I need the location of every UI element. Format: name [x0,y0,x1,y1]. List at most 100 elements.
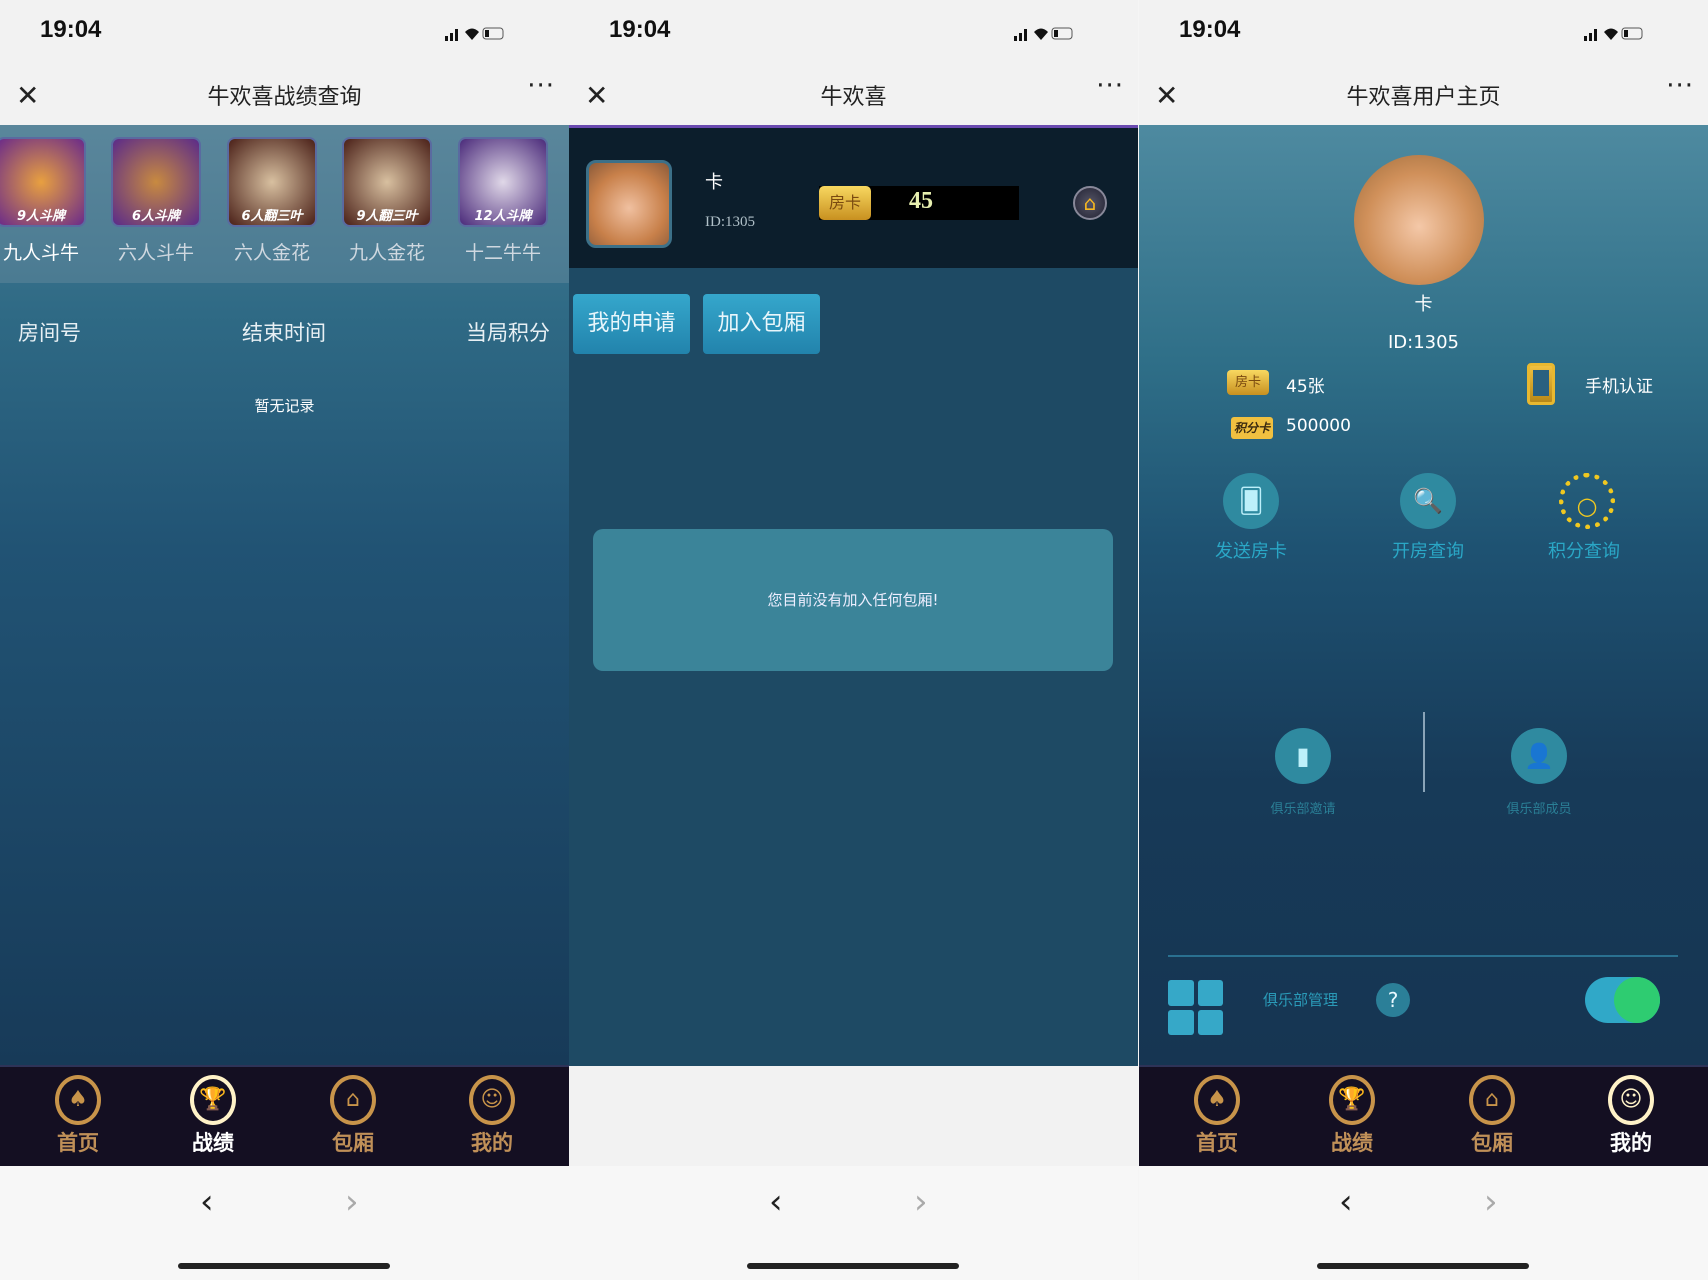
nav-bar: ✕ 牛欢喜战绩查询 ··· [0,65,569,125]
forward-icon[interactable]: › [345,1182,359,1222]
status-time: 19:04 [40,16,102,43]
game-icon[interactable]: 9人斗牌 [0,137,86,227]
status-time: 19:04 [1179,16,1241,43]
page-title: 牛欢喜 [820,85,887,110]
phone-icon[interactable] [1527,363,1555,405]
join-room-button[interactable]: 加入包厢 [703,294,820,354]
tab-bar: ♠ 首页 🏆 战绩 ⌂ 包厢 ☺ 我的 [0,1065,569,1166]
game-icon[interactable]: 6人翻三叶 [227,137,317,227]
points-query-label[interactable]: 积分查询 [1524,537,1644,563]
user-icon: ☺ [1608,1075,1654,1125]
home-icon[interactable]: ⌂ [1073,186,1107,220]
club-manage-label: 俱乐部管理 [1263,991,1339,1009]
tab-records[interactable]: 🏆 战绩 [1312,1075,1392,1157]
back-icon[interactable]: ‹ [200,1182,214,1222]
tab-home[interactable]: ♠ 首页 [1177,1075,1257,1157]
help-icon[interactable]: ? [1376,983,1410,1017]
avatar[interactable] [586,160,672,248]
panel-profile: 19:04 ✕ 牛欢喜用户主页 ··· 卡 ID:1305 房卡 45张 积分卡… [1139,0,1708,1280]
more-icon[interactable]: ··· [1096,71,1124,101]
game-label[interactable]: 六人斗牛 [101,238,211,265]
user-id: ID:1305 [1387,332,1460,353]
home-indicator [178,1263,390,1269]
column-header-score: 当局积分 [466,321,550,345]
tab-mine[interactable]: ☺ 我的 [452,1075,532,1157]
tab-records[interactable]: 🏆 战绩 [173,1075,253,1157]
card-badge: 房卡 [1227,370,1269,395]
empty-message: 暂无记录 [254,397,315,415]
more-icon[interactable]: ··· [1666,71,1694,101]
column-header-end-time: 结束时间 [242,321,326,345]
user-name: 卡 [1414,294,1433,315]
page-title: 牛欢喜战绩查询 [207,85,362,110]
back-icon[interactable]: ‹ [769,1182,783,1222]
page-title: 牛欢喜用户主页 [1346,85,1501,110]
points-value: 500000 [1286,416,1351,436]
user-name: 卡 [705,172,723,193]
game-label[interactable]: 十二牛牛 [448,238,558,265]
club-invite-label[interactable]: 俱乐部邀请 [1243,798,1363,817]
card-count: 45张 [1286,377,1325,397]
separator [1168,955,1678,957]
game-label[interactable]: 九人金花 [332,238,442,265]
tab-rooms[interactable]: ⌂ 包厢 [1452,1075,1532,1157]
forward-icon[interactable]: › [1484,1182,1498,1222]
club-manage-toggle[interactable] [1585,977,1660,1023]
trophy-icon: 🏆 [190,1075,236,1125]
empty-rooms-box: 您目前没有加入任何包厢! [593,529,1113,671]
send-card-icon[interactable]: 🂠 [1223,473,1279,529]
game-label[interactable]: 九人斗牛 [0,238,96,265]
avatar[interactable] [1354,155,1484,285]
back-icon[interactable]: ‹ [1339,1182,1353,1222]
content: 卡 ID:1305 房卡 45 ⌂ 我的申请 加入包厢 您目前没有加入任何包厢! [569,125,1138,1066]
status-time: 19:04 [609,16,671,43]
club-members-icon[interactable]: 👤 [1511,728,1567,784]
trophy-icon: 🏆 [1329,1075,1375,1125]
card-badge: 房卡 [819,186,871,220]
my-applications-button[interactable]: 我的申请 [573,294,690,354]
tab-home[interactable]: ♠ 首页 [38,1075,118,1157]
send-card-label[interactable]: 发送房卡 [1191,537,1311,563]
room-query-icon[interactable]: 🔍 [1400,473,1456,529]
browser-bar: ‹ › [569,1166,1138,1280]
game-strip: 9人斗牌 6人斗牌 6人翻三叶 9人翻三叶 12人斗牌 九人斗牛 六人斗牛 六人… [0,125,569,283]
game-icon[interactable]: 6人斗牌 [111,137,201,227]
status-icons [1584,27,1643,41]
home-indicator [747,1263,959,1269]
house-icon: ⌂ [1469,1075,1515,1125]
club-members-label[interactable]: 俱乐部成员 [1479,798,1599,817]
home-indicator [1317,1263,1529,1269]
status-icons [1014,27,1073,41]
gear-icon[interactable]: ○ [1559,473,1615,529]
club-invite-icon[interactable]: ▮ [1275,728,1331,784]
panel-rooms: 19:04 ✕ 牛欢喜 ··· 卡 ID:1305 房卡 45 ⌂ 我的申请 加… [569,0,1138,1280]
grid-icon [1168,980,1223,1035]
user-icon: ☺ [469,1075,515,1125]
user-id: ID:1305 [705,214,755,230]
panel-record-query: 19:04 ✕ 牛欢喜战绩查询 ··· 9人斗牌 6人斗牌 6人翻三叶 9人翻三… [0,0,569,1280]
game-label[interactable]: 六人金花 [217,238,327,265]
card-count-bar: 房卡 45 [819,186,1019,220]
content: 9人斗牌 6人斗牌 6人翻三叶 9人翻三叶 12人斗牌 九人斗牛 六人斗牛 六人… [0,125,569,1066]
more-icon[interactable]: ··· [527,71,555,101]
game-icon[interactable]: 9人翻三叶 [342,137,432,227]
nav-bar: ✕ 牛欢喜 ··· [569,65,1138,125]
column-header-room: 房间号 [18,321,81,345]
house-icon: ⌂ [330,1075,376,1125]
points-badge: 积分卡 [1231,417,1273,439]
content: 卡 ID:1305 房卡 45张 积分卡 500000 手机认证 🂠 发送房卡 … [1139,125,1708,1066]
tab-mine[interactable]: ☺ 我的 [1591,1075,1671,1157]
phone-verify-link[interactable]: 手机认证 [1585,372,1653,397]
divider [1423,712,1425,792]
forward-icon[interactable]: › [914,1182,928,1222]
user-header: 卡 ID:1305 房卡 45 ⌂ [569,128,1138,268]
room-query-label[interactable]: 开房查询 [1368,537,1488,563]
tab-rooms[interactable]: ⌂ 包厢 [313,1075,393,1157]
tab-bar: ♠ 首页 🏆 战绩 ⌂ 包厢 ☺ 我的 [1139,1065,1708,1166]
game-icon[interactable]: 12人斗牌 [458,137,548,227]
nav-bar: ✕ 牛欢喜用户主页 ··· [1139,65,1708,125]
browser-bar: ‹ › [1139,1166,1708,1280]
spade-icon: ♠ [55,1075,101,1125]
card-count: 45 [909,188,933,214]
browser-bar: ‹ › [0,1166,569,1280]
